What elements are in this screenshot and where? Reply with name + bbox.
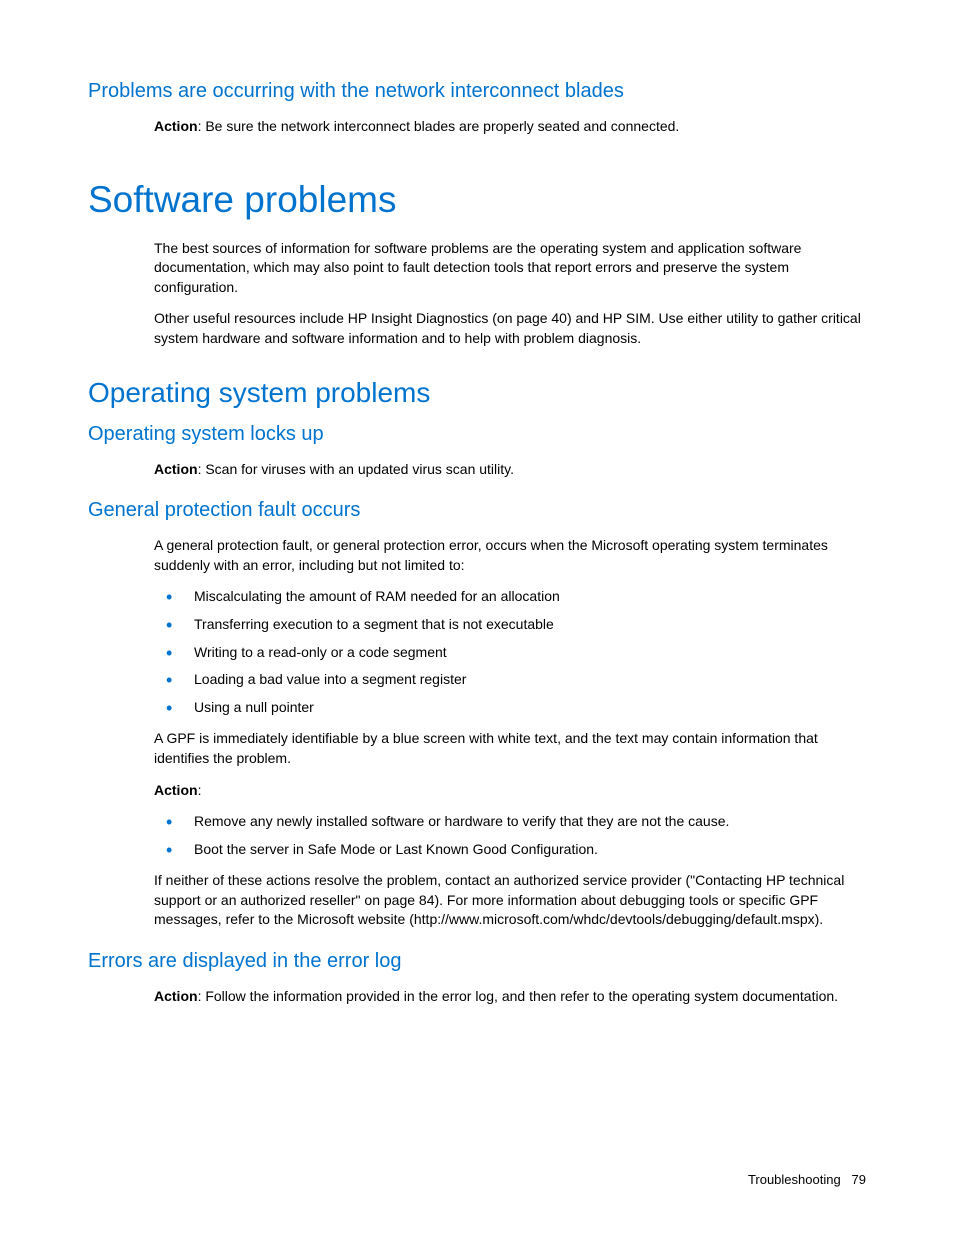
action-text: : Follow the information provided in the…	[198, 988, 838, 1004]
list-item: Transferring execution to a segment that…	[154, 615, 866, 635]
action-text: : Be sure the network interconnect blade…	[198, 118, 680, 134]
list-item: Miscalculating the amount of RAM needed …	[154, 587, 866, 607]
heading-software-problems: Software problems	[88, 179, 866, 221]
heading-network-interconnect: Problems are occurring with the network …	[88, 80, 866, 103]
heading-os-locks-up: Operating system locks up	[88, 423, 866, 446]
action-label: Action	[154, 461, 198, 477]
heading-error-log: Errors are displayed in the error log	[88, 950, 866, 973]
action-label: Action	[154, 988, 198, 1004]
gpf-causes-list: Miscalculating the amount of RAM needed …	[154, 587, 866, 717]
document-page: Problems are occurring with the network …	[0, 0, 954, 1007]
page-footer: Troubleshooting 79	[748, 1172, 866, 1187]
action-error-log: Action: Follow the information provided …	[154, 987, 866, 1007]
list-item: Boot the server in Safe Mode or Last Kno…	[154, 840, 866, 860]
action-label: Action	[154, 782, 198, 798]
gpf-action-line: Action:	[154, 781, 866, 801]
list-item: Remove any newly installed software or h…	[154, 812, 866, 832]
gpf-paragraph-1: A general protection fault, or general p…	[154, 536, 866, 575]
gpf-actions-list: Remove any newly installed software or h…	[154, 812, 866, 859]
action-network-interconnect: Action: Be sure the network interconnect…	[154, 117, 866, 137]
action-text: : Scan for viruses with an updated virus…	[198, 461, 514, 477]
action-label: Action	[154, 118, 198, 134]
list-item: Loading a bad value into a segment regis…	[154, 670, 866, 690]
heading-gpf-occurs: General protection fault occurs	[88, 499, 866, 522]
software-problems-paragraph-2: Other useful resources include HP Insigh…	[154, 309, 866, 348]
footer-section: Troubleshooting	[748, 1172, 841, 1187]
gpf-paragraph-2: A GPF is immediately identifiable by a b…	[154, 729, 866, 768]
software-problems-paragraph-1: The best sources of information for soft…	[154, 239, 866, 298]
list-item: Using a null pointer	[154, 698, 866, 718]
heading-operating-system-problems: Operating system problems	[88, 377, 866, 409]
list-item: Writing to a read-only or a code segment	[154, 643, 866, 663]
action-os-locks-up: Action: Scan for viruses with an updated…	[154, 460, 866, 480]
action-colon: :	[198, 782, 202, 798]
gpf-paragraph-3: If neither of these actions resolve the …	[154, 871, 866, 930]
footer-page-number: 79	[852, 1172, 866, 1187]
